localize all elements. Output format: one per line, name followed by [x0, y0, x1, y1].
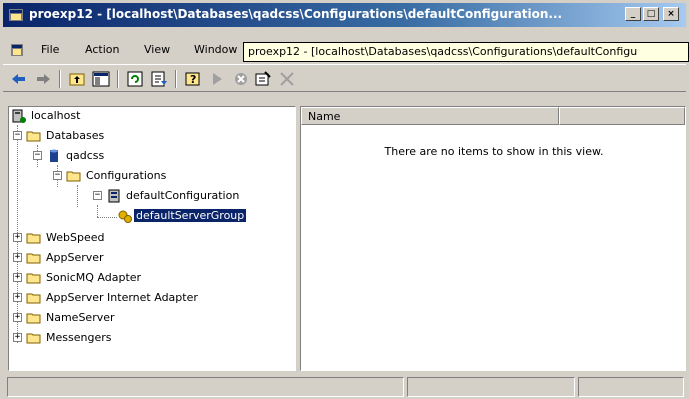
- tree-node-label: Databases: [46, 129, 105, 142]
- collapse-toggle[interactable]: −: [13, 131, 22, 140]
- toolbar: ?: [3, 64, 686, 92]
- database-icon: [50, 149, 58, 162]
- tree-node-label: defaultConfiguration: [126, 189, 240, 202]
- configuration-icon: [108, 189, 120, 203]
- empty-list-message: There are no items to show in this view.: [384, 145, 604, 158]
- status-cell-2: [407, 377, 575, 397]
- close-button[interactable]: ×: [663, 7, 679, 21]
- window-title: proexp12 - [localhost\Databases\qadcss\C…: [29, 7, 563, 21]
- tree-node-sonicmq-adapter[interactable]: + SonicMQ Adapter: [13, 269, 213, 287]
- menu-window[interactable]: Window: [194, 43, 237, 56]
- tree-node-qadcss[interactable]: − qadcss: [33, 147, 233, 165]
- status-cell-3: [578, 377, 684, 397]
- folder-icon: [26, 273, 41, 284]
- export-list-icon[interactable]: [149, 69, 169, 89]
- folder-icon: [26, 233, 41, 244]
- tree-connector: [77, 185, 78, 207]
- tree-node-localhost[interactable]: localhost: [11, 107, 211, 125]
- tree-node-label: Configurations: [86, 169, 167, 182]
- status-bar: [3, 375, 686, 397]
- folder-icon: [26, 253, 41, 264]
- folder-icon: [26, 293, 41, 304]
- toolbar-separator: [175, 70, 177, 88]
- tree-connector: [97, 205, 98, 217]
- toolbar-separator: [59, 70, 61, 88]
- stop-icon[interactable]: [231, 69, 251, 89]
- menu-file[interactable]: File: [41, 43, 59, 56]
- column-header-blank[interactable]: [559, 107, 685, 125]
- console-tree[interactable]: localhost − Databases − qadcss − Configu…: [8, 106, 296, 371]
- result-list[interactable]: Name There are no items to show in this …: [300, 106, 686, 371]
- up-folder-icon[interactable]: [67, 69, 87, 89]
- help-icon[interactable]: ?: [183, 69, 203, 89]
- properties-icon[interactable]: [253, 69, 273, 89]
- expand-toggle[interactable]: +: [13, 273, 22, 282]
- toolbar-separator: [117, 70, 119, 88]
- document-icon[interactable]: [9, 42, 25, 58]
- expand-toggle[interactable]: +: [13, 313, 22, 322]
- tree-node-label: defaultServerGroup: [132, 208, 248, 223]
- expand-toggle[interactable]: +: [13, 253, 22, 262]
- tree-node-label: AppServer Internet Adapter: [46, 291, 198, 304]
- app-icon[interactable]: [8, 7, 24, 23]
- collapse-toggle[interactable]: −: [33, 151, 42, 160]
- folder-icon: [26, 333, 41, 344]
- tree-node-label: WebSpeed: [46, 231, 105, 244]
- svg-text:?: ?: [190, 73, 196, 86]
- back-arrow-icon[interactable]: [9, 69, 29, 89]
- tree-node-label: localhost: [31, 109, 81, 122]
- tree-node-messengers[interactable]: + Messengers: [13, 329, 213, 347]
- title-tooltip: proexp12 - [localhost\Databases\qadcss\C…: [243, 42, 689, 62]
- tree-node-label: NameServer: [46, 311, 115, 324]
- tree-node-default-server-group[interactable]: defaultServerGroup: [117, 207, 295, 225]
- folder-open-icon: [66, 171, 81, 182]
- show-hide-tree-icon[interactable]: [91, 69, 111, 89]
- tree-node-label: qadcss: [66, 149, 105, 162]
- mmc-window: proexp12 - [localhost\Databases\qadcss\C…: [0, 0, 689, 399]
- tree-node-appserver-internet-adapter[interactable]: + AppServer Internet Adapter: [13, 289, 263, 307]
- maximize-button[interactable]: □: [643, 7, 659, 21]
- collapse-toggle[interactable]: −: [53, 171, 62, 180]
- expand-toggle[interactable]: +: [13, 293, 22, 302]
- tree-node-webspeed[interactable]: + WebSpeed: [13, 229, 213, 247]
- delete-icon[interactable]: [277, 69, 297, 89]
- tree-node-label: AppServer: [46, 251, 104, 264]
- computer-icon: [12, 109, 26, 123]
- folder-icon: [26, 313, 41, 324]
- tree-node-appserver[interactable]: + AppServer: [13, 249, 213, 267]
- title-bar[interactable]: proexp12 - [localhost\Databases\qadcss\C…: [3, 3, 686, 27]
- expand-toggle[interactable]: +: [13, 333, 22, 342]
- tree-node-nameserver[interactable]: + NameServer: [13, 309, 213, 327]
- server-group-gears-icon: [118, 210, 132, 223]
- folder-open-icon: [26, 131, 41, 142]
- tree-connector: [97, 217, 117, 218]
- column-header-name[interactable]: Name: [301, 107, 559, 125]
- expand-toggle[interactable]: +: [13, 233, 22, 242]
- forward-arrow-icon[interactable]: [33, 69, 53, 89]
- menu-action[interactable]: Action: [85, 43, 119, 56]
- tree-node-databases[interactable]: − Databases: [13, 127, 213, 145]
- tree-node-label: SonicMQ Adapter: [46, 271, 142, 284]
- start-icon[interactable]: [207, 69, 227, 89]
- refresh-icon[interactable]: [125, 69, 145, 89]
- collapse-toggle[interactable]: −: [93, 191, 102, 200]
- menu-view[interactable]: View: [144, 43, 170, 56]
- status-cell-main: [7, 377, 404, 397]
- minimize-button[interactable]: _: [625, 7, 641, 21]
- tree-node-configurations[interactable]: − Configurations: [53, 167, 273, 185]
- tree-node-default-configuration[interactable]: − defaultConfiguration: [93, 187, 293, 205]
- tree-node-label: Messengers: [46, 331, 112, 344]
